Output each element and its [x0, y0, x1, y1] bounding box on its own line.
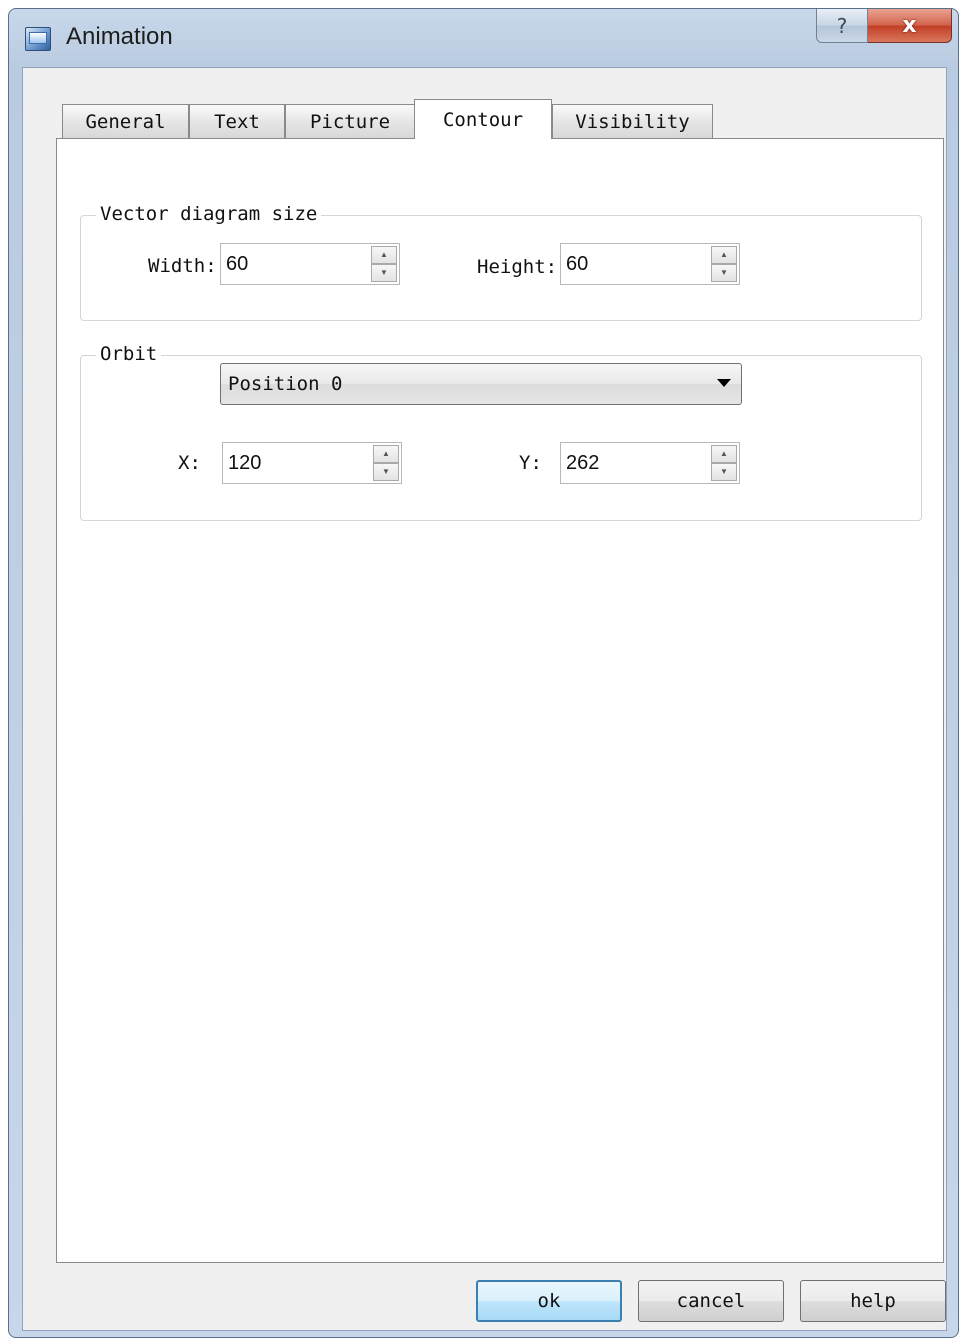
- height-label: Height:: [477, 256, 558, 278]
- contour-tab-panel: Vector diagram size Width: ▲ ▼ Height: ▲…: [56, 138, 944, 1263]
- tab-picture[interactable]: Picture: [285, 104, 415, 138]
- chevron-down-icon: [717, 379, 731, 387]
- x-spin-buttons: ▲ ▼: [373, 445, 399, 481]
- y-label: Y:: [519, 452, 542, 474]
- position-selected-value: Position 0: [228, 373, 343, 395]
- close-button[interactable]: x: [868, 9, 952, 43]
- x-input[interactable]: [223, 443, 363, 483]
- tab-visibility[interactable]: Visibility: [552, 104, 713, 138]
- dialog-client-area: General Text Picture Contour Visibility …: [22, 67, 947, 1331]
- width-spin-buttons: ▲ ▼: [371, 246, 397, 282]
- orbit-title: Orbit: [96, 343, 162, 365]
- tab-general[interactable]: General: [62, 104, 189, 138]
- x-label: X:: [178, 452, 201, 474]
- window-title: Animation: [66, 23, 173, 50]
- title-bar[interactable]: Animation ? x: [9, 9, 958, 67]
- spin-down-icon[interactable]: ▼: [373, 463, 399, 481]
- y-input[interactable]: [561, 443, 701, 483]
- tab-contour[interactable]: Contour: [414, 99, 552, 139]
- animation-dialog: Animation ? x General Text Picture Conto…: [8, 8, 959, 1338]
- y-spinbox[interactable]: ▲ ▼: [560, 442, 740, 484]
- spin-up-icon[interactable]: ▲: [373, 445, 399, 463]
- height-spin-buttons: ▲ ▼: [711, 246, 737, 282]
- ok-button[interactable]: ok: [476, 1280, 622, 1322]
- spin-up-icon[interactable]: ▲: [371, 246, 397, 264]
- tab-text[interactable]: Text: [189, 104, 285, 138]
- width-spinbox[interactable]: ▲ ▼: [220, 243, 400, 285]
- height-spinbox[interactable]: ▲ ▼: [560, 243, 740, 285]
- width-label: Width:: [148, 255, 217, 277]
- title-buttons: ? x: [816, 9, 952, 45]
- cancel-button[interactable]: cancel: [638, 1280, 784, 1322]
- animation-window-icon: [25, 27, 51, 51]
- help-button[interactable]: help: [800, 1280, 946, 1322]
- spin-up-icon[interactable]: ▲: [711, 445, 737, 463]
- x-spinbox[interactable]: ▲ ▼: [222, 442, 402, 484]
- position-dropdown[interactable]: Position 0: [220, 363, 742, 405]
- spin-down-icon[interactable]: ▼: [371, 264, 397, 282]
- help-title-button[interactable]: ?: [816, 9, 868, 43]
- vector-diagram-size-title: Vector diagram size: [96, 203, 322, 225]
- height-input[interactable]: [561, 244, 701, 284]
- spin-down-icon[interactable]: ▼: [711, 463, 737, 481]
- width-input[interactable]: [221, 244, 361, 284]
- y-spin-buttons: ▲ ▼: [711, 445, 737, 481]
- spin-up-icon[interactable]: ▲: [711, 246, 737, 264]
- spin-down-icon[interactable]: ▼: [711, 264, 737, 282]
